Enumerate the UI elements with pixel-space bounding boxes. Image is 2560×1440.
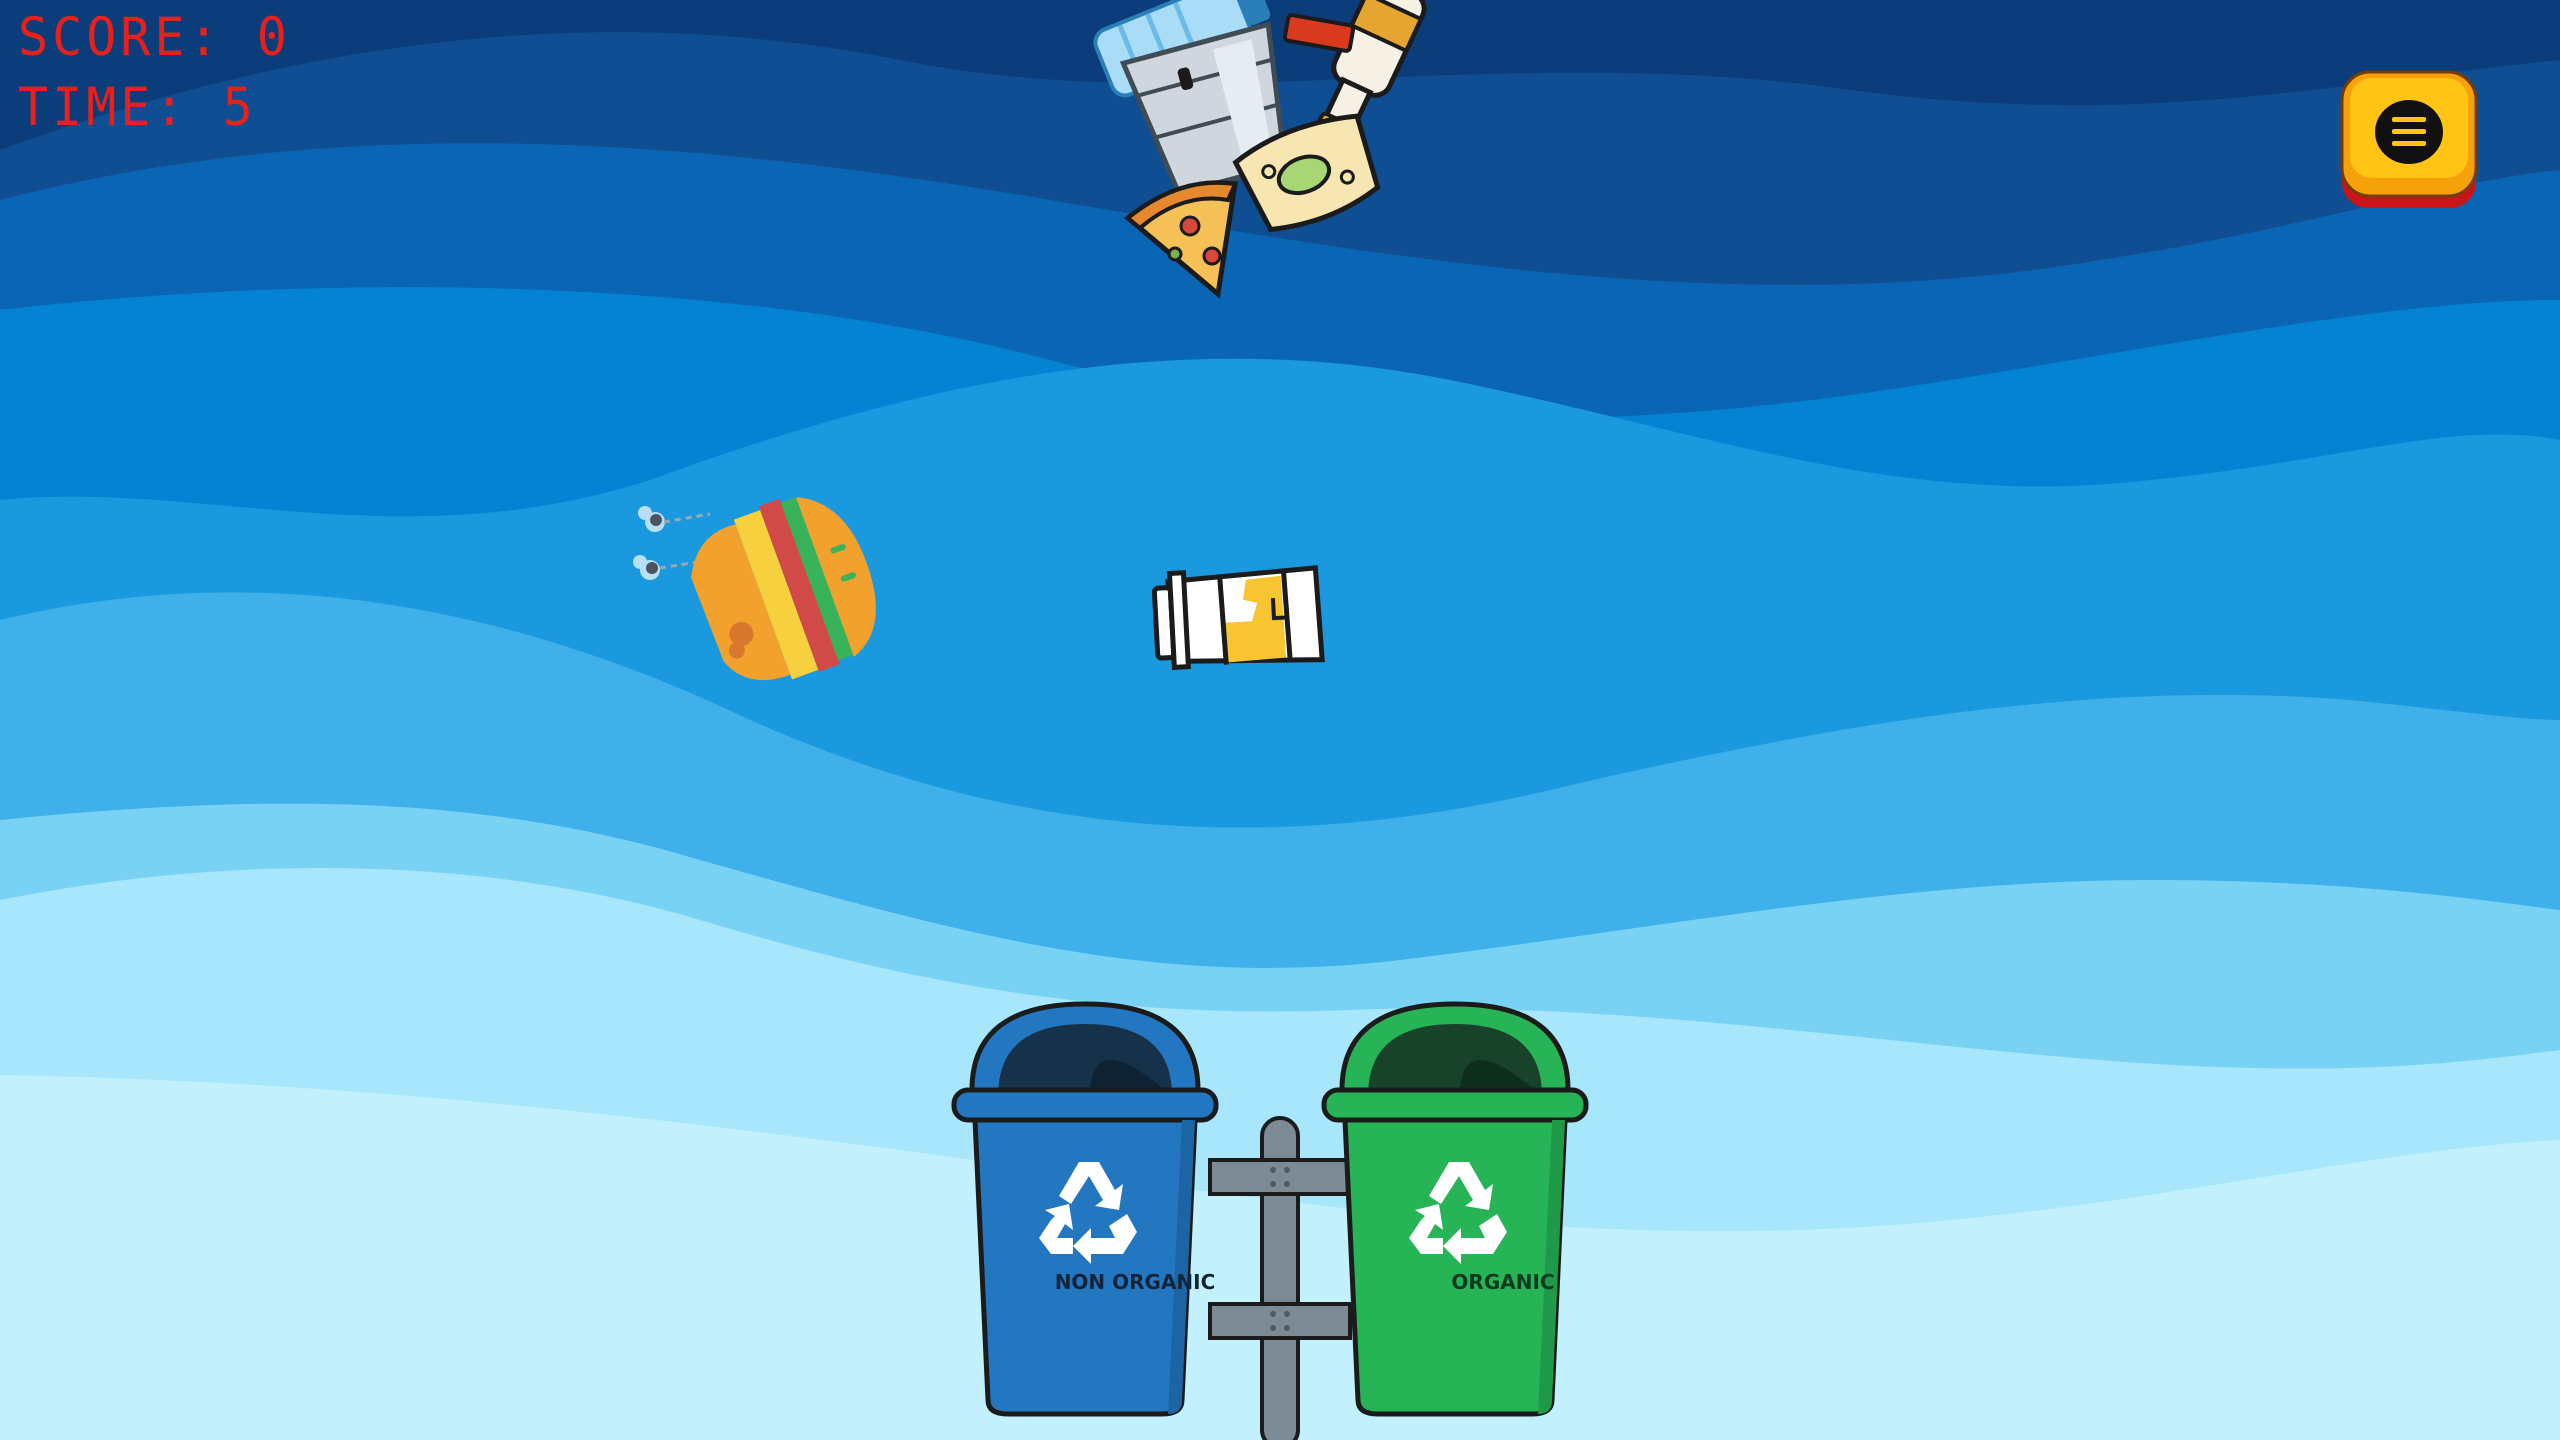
game-stage: SCORE: 0 TIME: 5 NON ORGANIC ORGANIC [0,0,2560,1440]
organic-bin[interactable] [1321,1001,1589,1417]
score-display: SCORE: 0 [18,6,291,68]
non-organic-bin[interactable] [951,1001,1219,1417]
red-label-icon [1282,13,1356,53]
fly-icon [638,506,711,532]
hamburger-menu-icon [2340,70,2478,208]
paper-cup-icon[interactable] [1148,560,1328,680]
time-display: TIME: 5 [18,76,257,138]
rotten-burger-icon[interactable] [620,468,880,698]
food-scrap-icon[interactable] [1232,113,1384,233]
menu-button[interactable] [2338,66,2480,212]
pizza-slice-icon[interactable] [1120,176,1245,301]
non-organic-label: NON ORGANIC [1054,1270,1216,1294]
recycle-bins: NON ORGANIC ORGANIC [950,998,1600,1440]
organic-label: ORGANIC [1451,1270,1555,1294]
